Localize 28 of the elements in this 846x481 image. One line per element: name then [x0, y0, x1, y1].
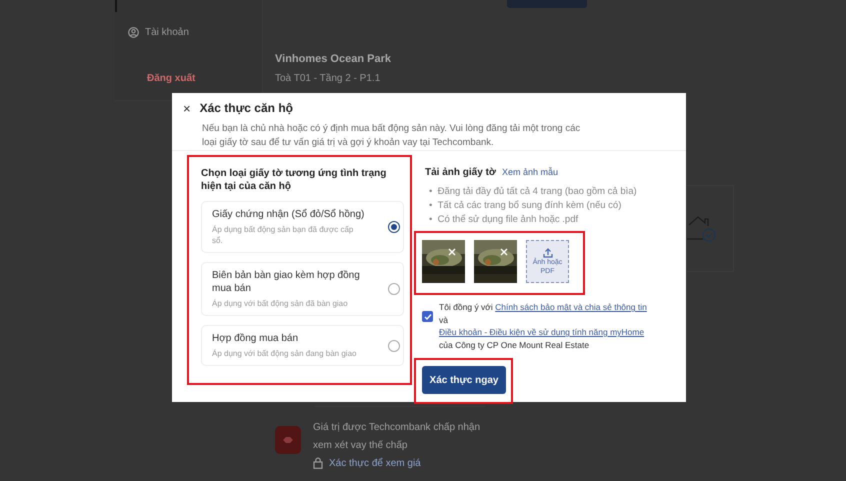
- sample-link[interactable]: Xem ảnh mẫu: [502, 167, 558, 177]
- sidebar-item[interactable]: Tài khoản: [145, 26, 189, 38]
- consent-text: Tôi đồng ý với Chính sách bảo mật và chia sẻ thông tin và Điều khoản - Điều kiện về sử dụng tính năng myHome của Công ty CP One Mount Real Estate: [439, 301, 648, 351]
- policy-link[interactable]: Điều khoản - Điều kiện về sử dụng tính năng myHome: [439, 327, 644, 337]
- sidebar-item[interactable]: Đăng xuất: [147, 72, 196, 84]
- property-name: Vinhomes Ocean Park: [275, 53, 392, 65]
- dialog-title: Xác thực căn hộ: [200, 101, 293, 115]
- dialog-description: Nếu bạn là chủ nhà hoặc có ý định mua bất động sản này. Vui lòng đăng tải một trong các loại giấy tờ sau để tư vấn giá trị và gợi ý khoản vay tại Techcombank.: [202, 122, 582, 150]
- verify-link[interactable]: Xác thực để xem giá: [329, 458, 421, 468]
- section-heading: Chọn loại giấy tờ tương ứng tình trạng hiện tại của căn hộ: [201, 167, 388, 193]
- option-title: Giấy chứng nhận (Sổ đỏ/Sổ hồng): [212, 208, 366, 221]
- close-button[interactable]: ×: [183, 102, 191, 114]
- property-unit: Toà T01 - Tầng 2 - P1.1: [275, 73, 382, 84]
- section-heading: Tải ảnh giấy tờ: [425, 167, 496, 178]
- valuation-text: Giá trị được Techcombank chấp nhận xem xét vay thế chấp: [313, 421, 482, 453]
- option-subtitle: Áp dụng bất động sản bạn đã được cấp sổ.: [212, 224, 354, 246]
- tip-text: • Có thể sử dụng file ảnh hoặc .pdf: [429, 214, 580, 226]
- policy-link[interactable]: Chính sách bảo mật và chia sẻ thông tin: [495, 302, 647, 312]
- option-title: Biên bản bàn giao kèm hợp đồng mua bán: [212, 269, 361, 295]
- option-subtitle: Áp dụng với bất động sản đã bàn giao: [212, 298, 349, 309]
- tip-text: • Tất cả các trang bổ sung đính kèm (nếu có): [429, 200, 622, 212]
- option-title: Hợp đồng mua bán: [212, 332, 300, 345]
- submit-button[interactable]: Xác thực ngay: [422, 366, 506, 394]
- document-option[interactable]: Biên bản bàn giao kèm hợp đồng mua bán Áp dụng với bất động sản đã bàn giao: [201, 262, 404, 316]
- tip-text: • Đăng tải đầy đủ tất cả 4 trang (bao gồm cả bìa): [429, 186, 638, 198]
- option-subtitle: Áp dụng với bất động sản đang bàn giao: [212, 348, 358, 359]
- document-option[interactable]: Giấy chứng nhận (Sổ đỏ/Sổ hồng) Áp dụng bất động sản bạn đã được cấp sổ.: [201, 201, 404, 253]
- document-option[interactable]: Hợp đồng mua bán Áp dụng với bất động sản đang bàn giao: [201, 325, 404, 366]
